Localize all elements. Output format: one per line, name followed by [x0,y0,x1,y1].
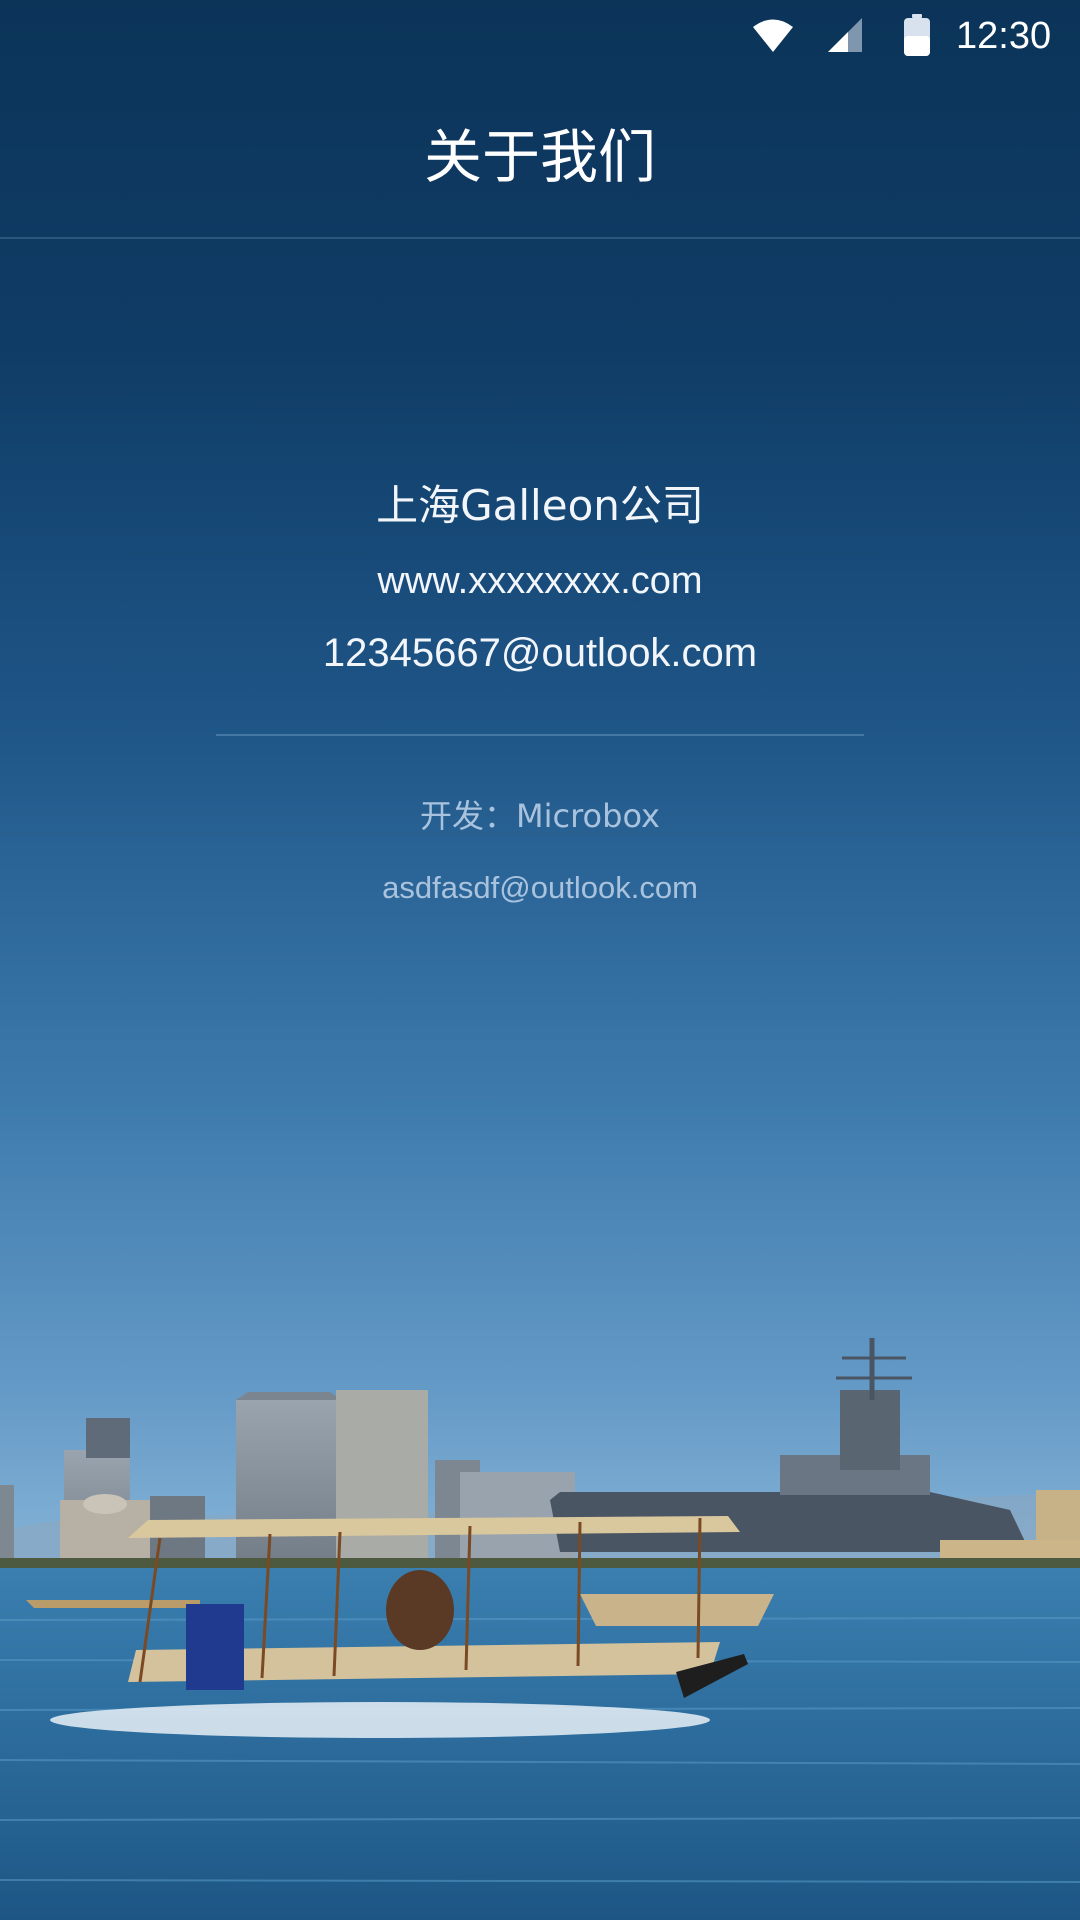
page-title: 关于我们 [423,123,656,191]
app-bar: 关于我们 [0,72,1080,238]
battery-icon [904,14,930,56]
developer-label: 开发：Microbox [420,797,660,835]
company-name: 上海Galleon公司 [376,481,704,530]
status-time: 12:30 [956,15,1052,57]
harbor-background-image [0,1338,1080,1920]
section-divider [216,734,864,736]
cell-signal-icon [828,18,862,52]
status-bar: 12:30 [0,0,1080,72]
company-email[interactable]: 12345667@outlook.com [0,626,1080,680]
company-website[interactable]: www.xxxxxxxx.com [0,556,1080,606]
about-screen: 12:30 关于我们 上海Galleon公司 www.xxxxxxxx.com … [0,0,1080,1920]
developer-email[interactable]: asdfasdf@outlook.com [0,867,1080,909]
wifi-icon [753,19,793,52]
app-bar-divider [0,237,1080,239]
